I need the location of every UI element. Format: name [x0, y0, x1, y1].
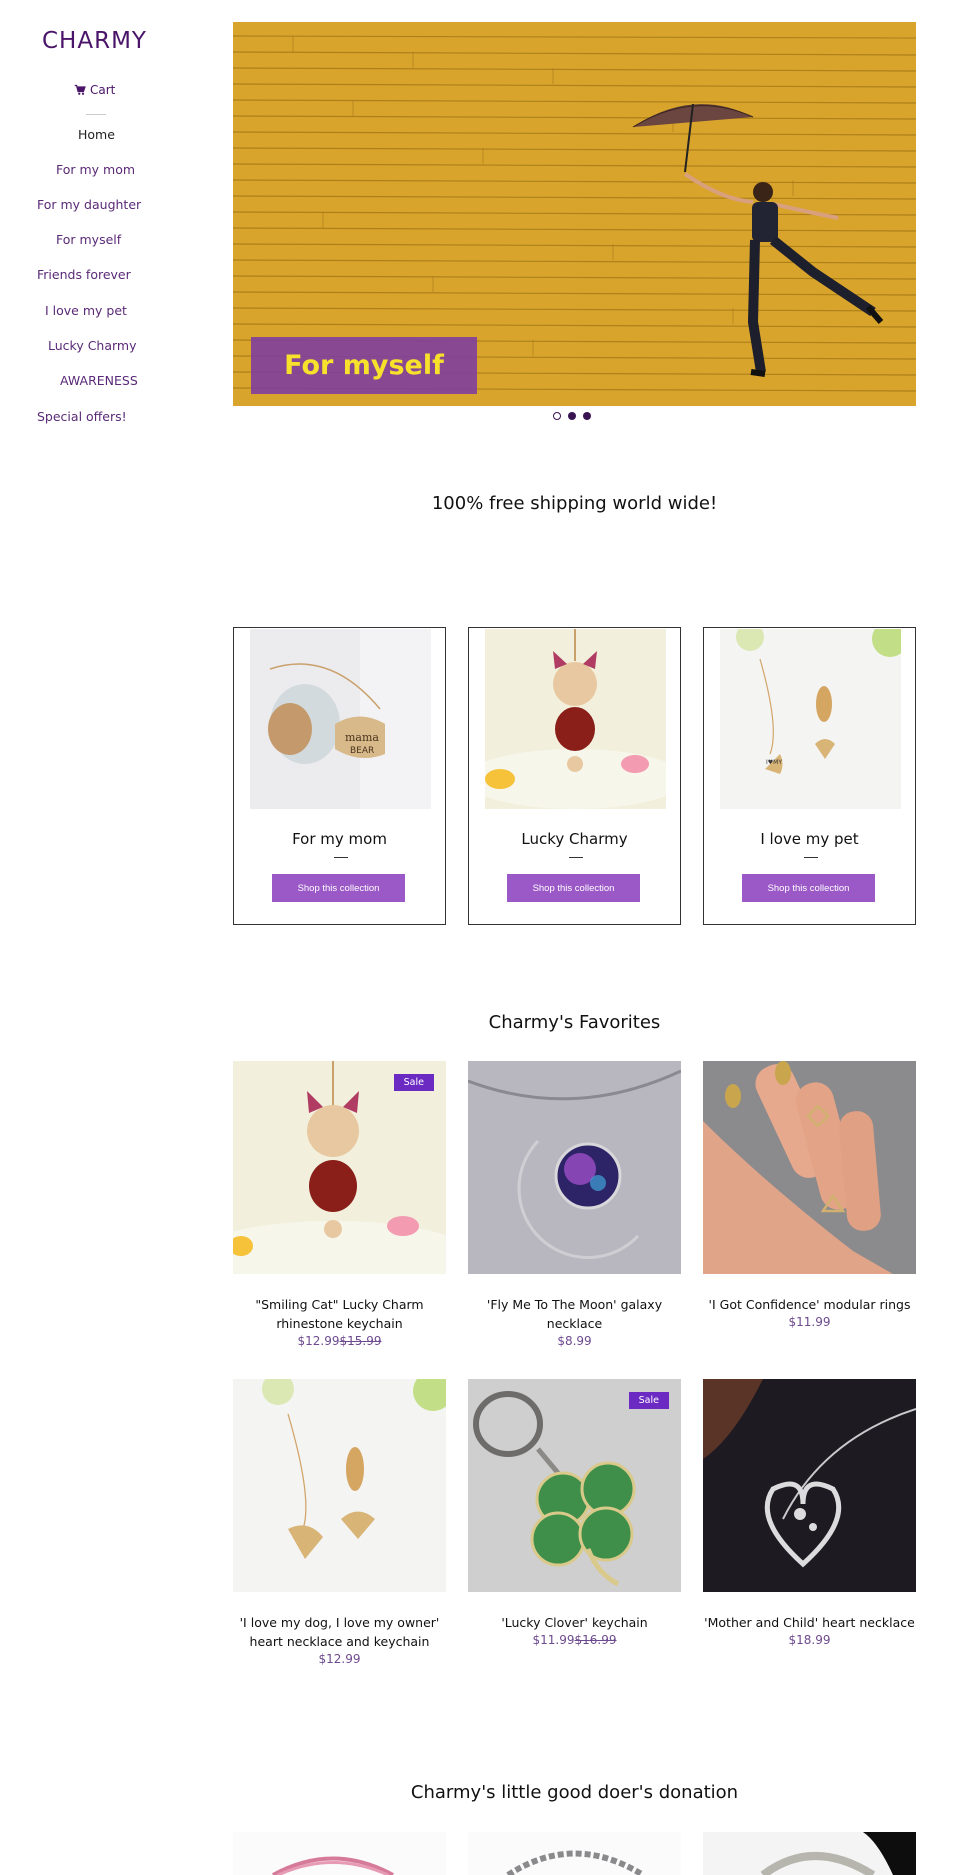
nav-awareness[interactable]: AWARENESS: [60, 373, 138, 388]
collection-card[interactable]: Lucky Charmy Shop this collection: [468, 627, 681, 925]
nav-lucky-charmy[interactable]: Lucky Charmy: [48, 338, 137, 353]
sale-price: $12.99: [297, 1334, 340, 1348]
product-price: $12.99$15.99: [233, 1334, 446, 1348]
donation-product-image[interactable]: [468, 1832, 681, 1875]
product-image[interactable]: [703, 1061, 916, 1274]
svg-text:BEAR: BEAR: [350, 746, 374, 756]
cart-icon: [74, 84, 86, 95]
product-price: $11.99: [703, 1315, 916, 1329]
product-image[interactable]: [468, 1061, 681, 1274]
sale-badge: Sale: [628, 1392, 669, 1409]
product-card[interactable]: 'I Got Confidence' modular rings $11.99: [703, 1061, 916, 1329]
sale-price: $11.99: [532, 1633, 575, 1647]
product-image[interactable]: Sale: [468, 1379, 681, 1592]
nav-for-myself[interactable]: For myself: [56, 232, 121, 247]
collection-image-cat-keychain[interactable]: [485, 629, 666, 809]
compare-price: $15.99: [339, 1334, 382, 1348]
compare-price: $16.99: [574, 1633, 617, 1647]
collection-image-pet-necklace[interactable]: I♥MY: [720, 629, 901, 809]
cart-label: Cart: [90, 83, 116, 97]
regular-price: $8.99: [557, 1334, 592, 1348]
shop-collection-button[interactable]: Shop this collection: [272, 874, 405, 902]
cart-link[interactable]: Cart: [74, 83, 115, 97]
favorites-title: Charmy's Favorites: [488, 1012, 661, 1033]
nav-i-love-my-pet[interactable]: I love my pet: [45, 303, 127, 318]
product-price: $11.99$16.99: [468, 1633, 681, 1647]
collection-title[interactable]: Lucky Charmy: [469, 830, 680, 848]
product-price: $12.99: [233, 1652, 446, 1666]
slideshow-dots: [553, 412, 591, 420]
divider: [334, 857, 348, 858]
product-card[interactable]: Sale 'Lucky Clover' keychain $11.99$16.9…: [468, 1379, 681, 1647]
product-image[interactable]: [233, 1379, 446, 1592]
slide-dot-2[interactable]: [568, 412, 576, 420]
donation-title: Charmy's little good doer's donation: [410, 1782, 739, 1803]
product-name[interactable]: 'I love my dog, I love my owner' heart n…: [233, 1613, 446, 1651]
regular-price: $12.99: [318, 1652, 361, 1666]
svg-text:mama: mama: [345, 731, 379, 744]
donation-product-image[interactable]: [233, 1832, 446, 1875]
collection-title[interactable]: For my mom: [234, 830, 445, 848]
shop-collection-button[interactable]: Shop this collection: [742, 874, 875, 902]
product-image[interactable]: [703, 1379, 916, 1592]
nav-home[interactable]: Home: [78, 127, 115, 142]
product-name[interactable]: 'Lucky Clover' keychain: [468, 1613, 681, 1632]
slide-dot-1[interactable]: [553, 412, 561, 420]
donation-product-image[interactable]: [703, 1832, 916, 1875]
nav-for-my-daughter[interactable]: For my daughter: [37, 197, 141, 212]
nav-friends-forever[interactable]: Friends forever: [37, 267, 131, 282]
divider: [86, 114, 106, 115]
product-card[interactable]: Sale "Smiling Cat" Lucky Charm rhineston…: [233, 1061, 446, 1348]
shop-collection-button[interactable]: Shop this collection: [507, 874, 640, 902]
regular-price: $18.99: [788, 1633, 831, 1647]
product-name[interactable]: 'Mother and Child' heart necklace: [703, 1613, 916, 1632]
collection-image-mama-bear[interactable]: mama BEAR: [250, 629, 431, 809]
nav-special-offers[interactable]: Special offers!: [37, 409, 127, 424]
product-card[interactable]: 'I love my dog, I love my owner' heart n…: [233, 1379, 446, 1666]
shipping-banner: 100% free shipping world wide!: [431, 493, 718, 514]
product-name[interactable]: 'Fly Me To The Moon' galaxy necklace: [468, 1295, 681, 1333]
product-price: $8.99: [468, 1334, 681, 1348]
svg-text:I♥MY: I♥MY: [766, 759, 782, 766]
product-name[interactable]: "Smiling Cat" Lucky Charm rhinestone key…: [233, 1295, 446, 1333]
logo[interactable]: CHARMY: [42, 28, 147, 54]
collection-card[interactable]: mama BEAR For my mom Shop this collectio…: [233, 627, 446, 925]
product-price: $18.99: [703, 1633, 916, 1647]
product-card[interactable]: 'Fly Me To The Moon' galaxy necklace $8.…: [468, 1061, 681, 1348]
divider: [569, 857, 583, 858]
sale-badge: Sale: [393, 1074, 434, 1091]
hero-slideshow[interactable]: For myself: [233, 22, 916, 406]
divider: [804, 857, 818, 858]
product-image[interactable]: Sale: [233, 1061, 446, 1274]
slide-dot-3[interactable]: [583, 412, 591, 420]
collection-title[interactable]: I love my pet: [704, 830, 915, 848]
regular-price: $11.99: [788, 1315, 831, 1329]
hero-caption[interactable]: For myself: [251, 337, 477, 394]
product-name[interactable]: 'I Got Confidence' modular rings: [703, 1295, 916, 1314]
product-card[interactable]: 'Mother and Child' heart necklace $18.99: [703, 1379, 916, 1647]
nav-for-my-mom[interactable]: For my mom: [56, 162, 135, 177]
collection-card[interactable]: I♥MY I love my pet Shop this collection: [703, 627, 916, 925]
